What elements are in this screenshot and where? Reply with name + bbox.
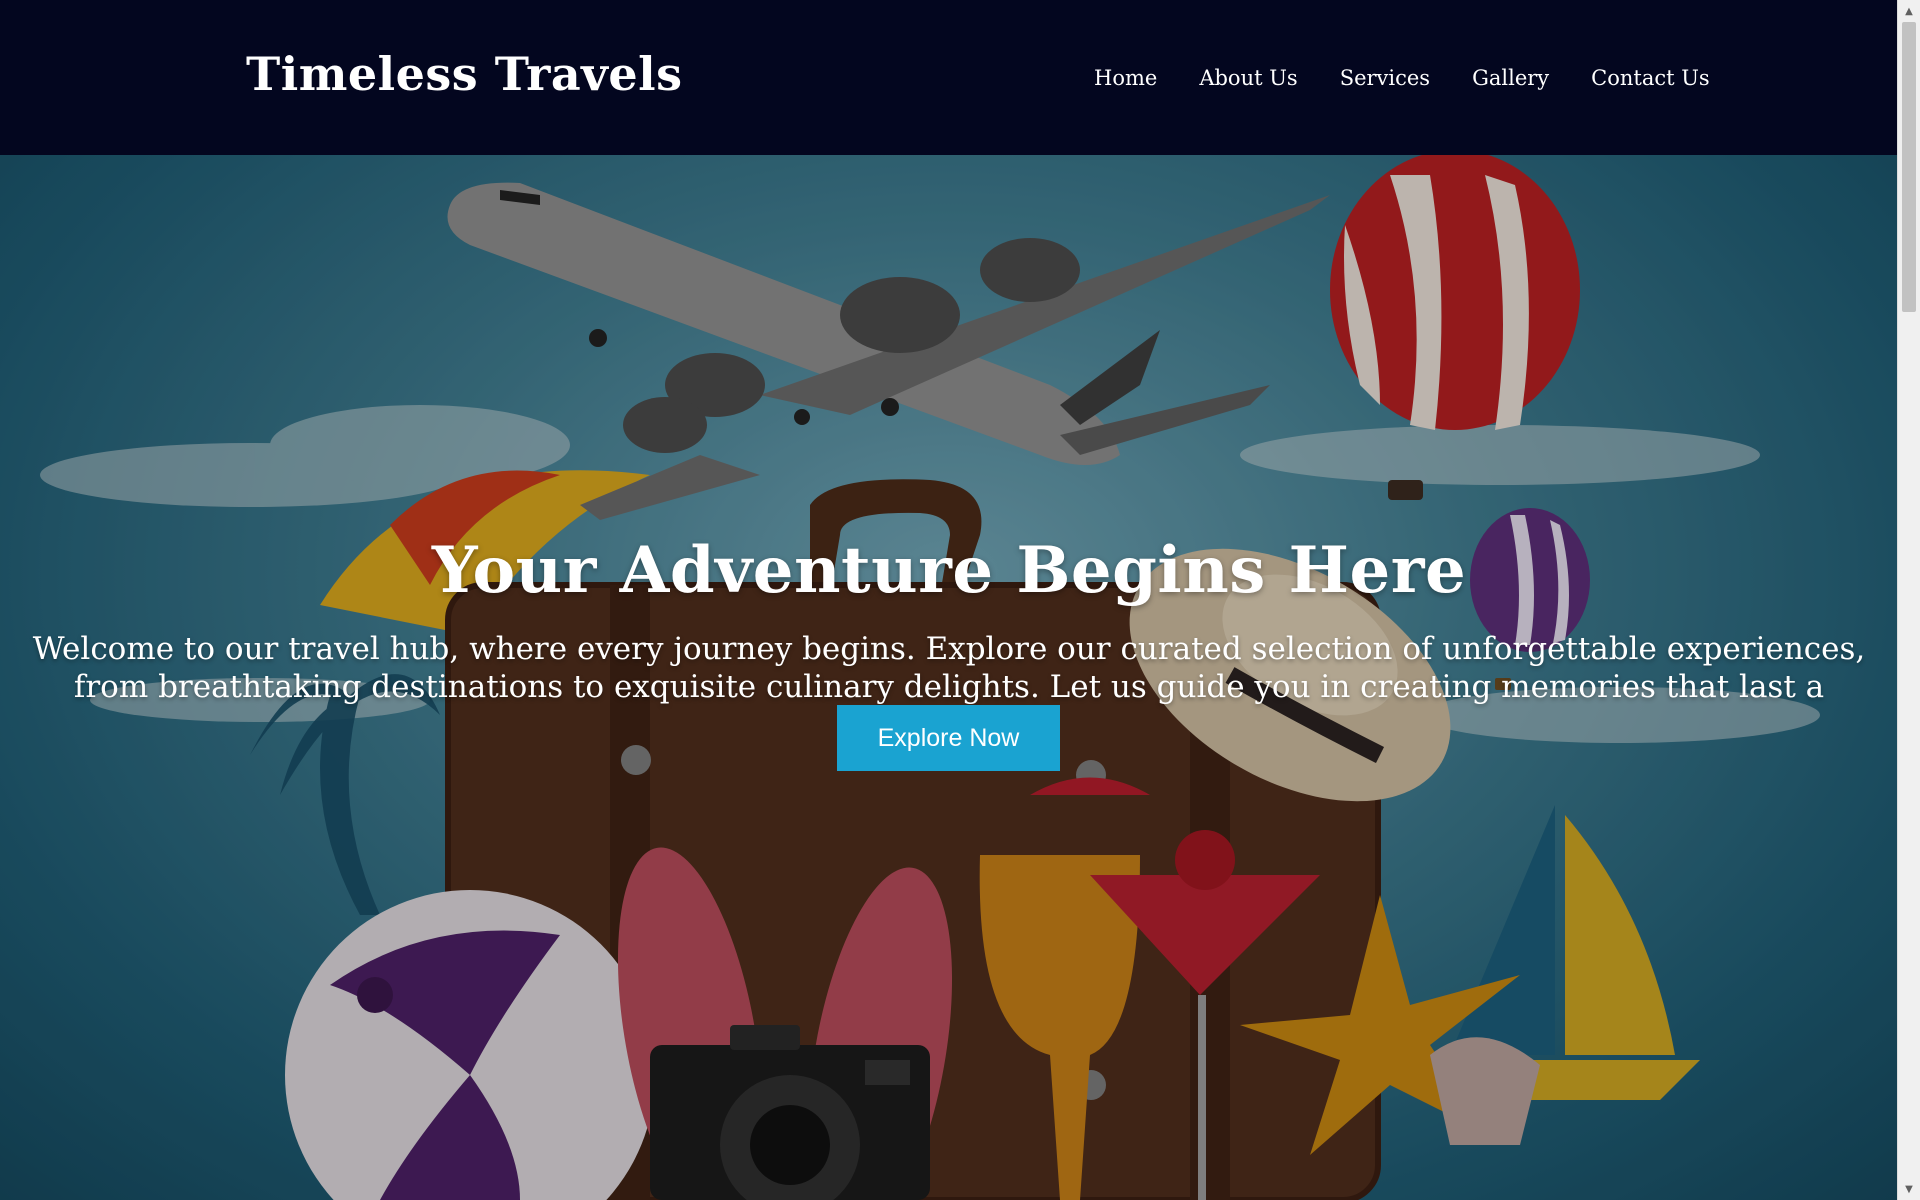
hero-section: Your Adventure Begins Here Welcome to ou… bbox=[0, 155, 1898, 1200]
site-header: Timeless Travels Home About Us Services … bbox=[0, 0, 1898, 155]
nav-gallery[interactable]: Gallery bbox=[1472, 63, 1549, 93]
page-scrollbar[interactable]: ▲ ▼ bbox=[1897, 0, 1920, 1200]
nav-contact-us[interactable]: Contact Us bbox=[1591, 63, 1710, 93]
scroll-up-arrow-icon[interactable]: ▲ bbox=[1898, 2, 1920, 20]
hero-title: Your Adventure Begins Here bbox=[431, 532, 1467, 608]
main-nav: Home About Us Services Gallery Contact U… bbox=[1094, 63, 1710, 93]
scrollbar-thumb[interactable] bbox=[1902, 22, 1916, 312]
nav-home[interactable]: Home bbox=[1094, 63, 1157, 93]
nav-services[interactable]: Services bbox=[1340, 63, 1430, 93]
nav-about-us[interactable]: About Us bbox=[1199, 63, 1297, 93]
scroll-down-arrow-icon[interactable]: ▼ bbox=[1898, 1180, 1920, 1198]
explore-now-button[interactable]: Explore Now bbox=[837, 705, 1060, 771]
site-logo[interactable]: Timeless Travels bbox=[246, 47, 683, 101]
